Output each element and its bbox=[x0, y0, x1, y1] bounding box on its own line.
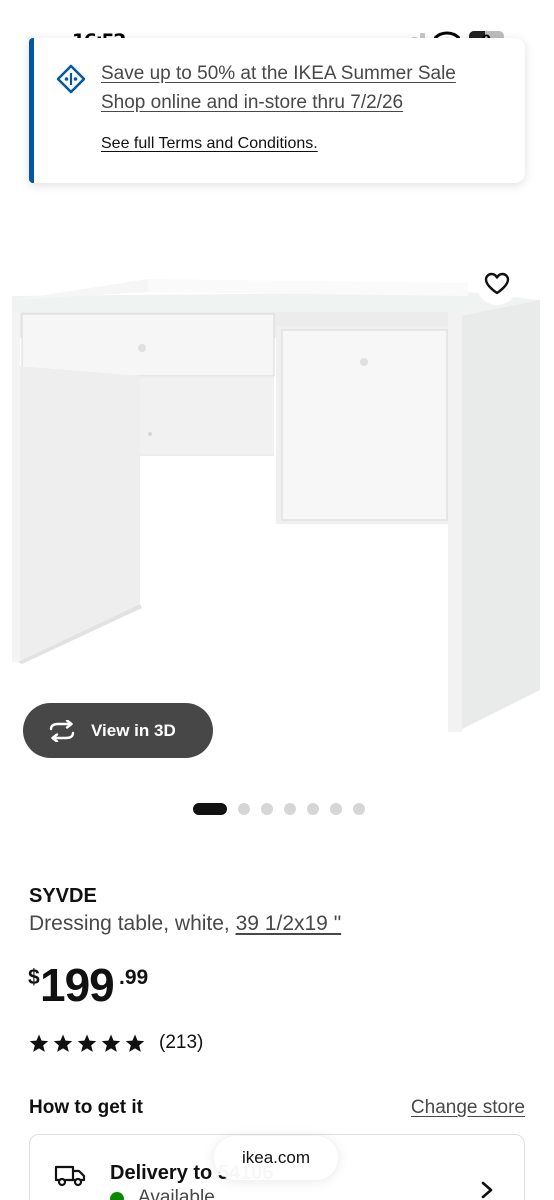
sale-tag-icon bbox=[56, 64, 86, 94]
carousel-dot[interactable] bbox=[193, 803, 227, 815]
heart-icon bbox=[484, 272, 510, 295]
promo-subline[interactable]: Shop online and in-store thru 7/2/26 bbox=[101, 92, 403, 114]
carousel-dot[interactable] bbox=[261, 803, 273, 815]
rating-count: (213) bbox=[159, 1032, 204, 1053]
view-in-3d-button[interactable]: View in 3D bbox=[23, 703, 213, 758]
product-name: SYVDE bbox=[29, 885, 97, 907]
browser-url: ikea.com bbox=[241, 1148, 311, 1167]
rating-stars bbox=[29, 1034, 145, 1053]
rotate-3d-icon bbox=[49, 719, 75, 742]
star-icon bbox=[29, 1034, 49, 1052]
product-description: Dressing table, white, 39 1/2x19 " bbox=[29, 912, 341, 936]
terms-link[interactable]: See full Terms and Conditions. bbox=[101, 135, 318, 153]
carousel-dot[interactable] bbox=[238, 803, 250, 815]
view-in-3d-label: View in 3D bbox=[91, 720, 176, 740]
product-size-link[interactable]: 39 1/2x19 " bbox=[236, 912, 342, 935]
browser-address-pill[interactable]: ikea.com bbox=[214, 1136, 338, 1180]
truck-icon bbox=[54, 1165, 86, 1187]
star-icon bbox=[53, 1034, 73, 1052]
star-icon bbox=[125, 1034, 145, 1052]
product-type: Dressing table, white, bbox=[29, 912, 236, 935]
star-icon bbox=[101, 1034, 121, 1052]
chevron-right-icon bbox=[481, 1181, 493, 1199]
wishlist-button[interactable] bbox=[476, 263, 518, 305]
how-to-get-it-heading: How to get it bbox=[29, 1097, 143, 1118]
availability-status-dot bbox=[110, 1192, 124, 1200]
star-icon bbox=[77, 1034, 97, 1052]
price-dollars: 199 bbox=[40, 959, 115, 1011]
carousel-dot[interactable] bbox=[284, 803, 296, 815]
price-cents: .99 bbox=[119, 966, 149, 989]
carousel-dot[interactable] bbox=[307, 803, 319, 815]
price-currency: $ bbox=[28, 966, 40, 989]
change-store-link[interactable]: Change store bbox=[411, 1097, 525, 1119]
image-carousel-indicator[interactable] bbox=[193, 803, 365, 815]
carousel-dot[interactable] bbox=[353, 803, 365, 815]
carousel-dot[interactable] bbox=[330, 803, 342, 815]
promo-banner[interactable]: Save up to 50% at the IKEA Summer Sale S… bbox=[29, 38, 525, 183]
delivery-availability: Available bbox=[138, 1187, 215, 1200]
product-rating[interactable]: (213) bbox=[29, 1032, 203, 1054]
promo-headline[interactable]: Save up to 50% at the IKEA Summer Sale bbox=[101, 63, 456, 85]
